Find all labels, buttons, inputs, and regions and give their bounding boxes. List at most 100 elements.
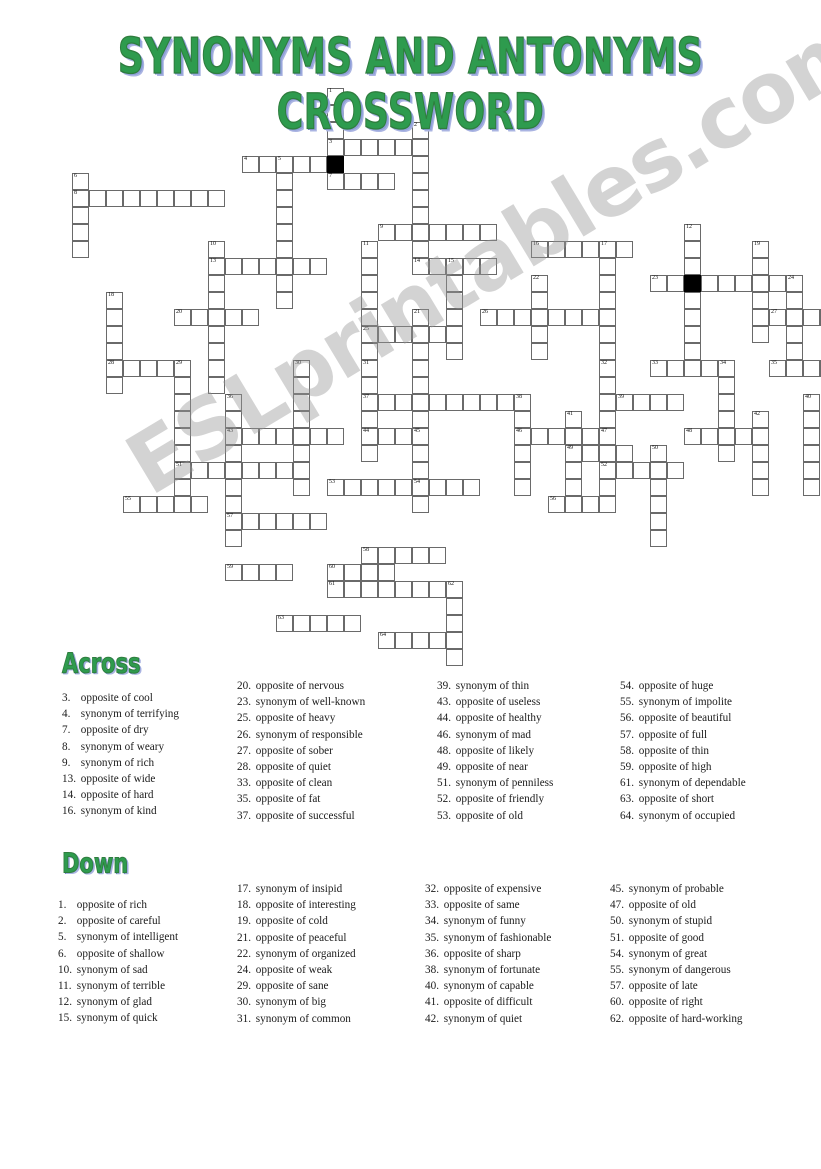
grid-cell[interactable] <box>803 445 820 462</box>
grid-cell[interactable] <box>259 513 276 530</box>
grid-cell[interactable] <box>361 479 378 496</box>
grid-cell[interactable] <box>803 360 820 377</box>
grid-cell[interactable] <box>106 309 123 326</box>
grid-cell[interactable] <box>191 190 208 207</box>
grid-cell[interactable]: 13 <box>208 258 225 275</box>
grid-cell[interactable] <box>463 479 480 496</box>
grid-cell[interactable] <box>565 428 582 445</box>
grid-cell[interactable] <box>225 411 242 428</box>
grid-cell[interactable] <box>412 139 429 156</box>
grid-cell[interactable] <box>786 326 803 343</box>
grid-cell[interactable] <box>225 445 242 462</box>
grid-cell[interactable] <box>582 309 599 326</box>
grid-cell[interactable]: 4 <box>242 156 259 173</box>
grid-cell[interactable] <box>480 224 497 241</box>
grid-cell[interactable] <box>276 513 293 530</box>
grid-cell[interactable]: 12 <box>684 224 701 241</box>
grid-cell[interactable] <box>667 394 684 411</box>
grid-cell[interactable] <box>174 411 191 428</box>
grid-cell[interactable] <box>633 394 650 411</box>
grid-cell[interactable] <box>599 445 616 462</box>
grid-cell[interactable]: 56 <box>548 496 565 513</box>
grid-cell[interactable] <box>293 156 310 173</box>
grid-cell[interactable]: 20 <box>174 309 191 326</box>
grid-cell[interactable] <box>293 513 310 530</box>
grid-cell[interactable] <box>531 428 548 445</box>
grid-cell[interactable] <box>89 190 106 207</box>
grid-cell[interactable] <box>106 377 123 394</box>
grid-cell[interactable]: 52 <box>599 462 616 479</box>
grid-cell[interactable] <box>565 479 582 496</box>
grid-cell[interactable] <box>446 632 463 649</box>
grid-cell[interactable] <box>684 326 701 343</box>
grid-cell[interactable]: 6 <box>72 173 89 190</box>
grid-cell[interactable] <box>412 190 429 207</box>
grid-cell[interactable]: 32 <box>599 360 616 377</box>
grid-cell[interactable] <box>361 343 378 360</box>
grid-cell[interactable] <box>684 360 701 377</box>
grid-cell[interactable] <box>599 479 616 496</box>
grid-cell[interactable] <box>106 343 123 360</box>
grid-cell[interactable]: 33 <box>650 360 667 377</box>
grid-cell[interactable] <box>582 496 599 513</box>
grid-cell[interactable] <box>106 190 123 207</box>
grid-cell[interactable] <box>293 428 310 445</box>
grid-cell[interactable] <box>344 173 361 190</box>
grid-cell[interactable] <box>446 224 463 241</box>
grid-cell[interactable] <box>191 462 208 479</box>
grid-cell[interactable] <box>276 207 293 224</box>
grid-cell[interactable] <box>259 428 276 445</box>
grid-cell[interactable] <box>412 207 429 224</box>
grid-cell[interactable] <box>157 190 174 207</box>
grid-cell[interactable]: 55 <box>123 496 140 513</box>
grid-cell[interactable] <box>225 309 242 326</box>
grid-cell[interactable] <box>599 292 616 309</box>
grid-cell[interactable] <box>582 241 599 258</box>
grid-cell[interactable] <box>446 479 463 496</box>
grid-cell[interactable]: 29 <box>174 360 191 377</box>
grid-cell[interactable] <box>395 479 412 496</box>
grid-cell[interactable] <box>752 445 769 462</box>
grid-cell[interactable] <box>446 343 463 360</box>
grid-cell[interactable]: 28 <box>106 360 123 377</box>
grid-cell[interactable] <box>684 292 701 309</box>
grid-cell[interactable] <box>276 241 293 258</box>
grid-cell[interactable] <box>531 309 548 326</box>
grid-cell[interactable] <box>259 462 276 479</box>
grid-cell[interactable] <box>684 258 701 275</box>
grid-cell[interactable] <box>667 275 684 292</box>
grid-cell[interactable] <box>293 615 310 632</box>
grid-cell[interactable] <box>514 462 531 479</box>
grid-cell[interactable]: 9 <box>378 224 395 241</box>
grid-cell[interactable] <box>395 632 412 649</box>
grid-cell[interactable] <box>344 615 361 632</box>
grid-cell[interactable]: 7 <box>327 173 344 190</box>
grid-cell[interactable] <box>786 292 803 309</box>
grid-cell[interactable] <box>378 564 395 581</box>
grid-cell[interactable] <box>752 309 769 326</box>
grid-cell[interactable] <box>429 394 446 411</box>
grid-cell[interactable] <box>293 462 310 479</box>
grid-cell[interactable] <box>259 156 276 173</box>
grid-cell[interactable] <box>361 292 378 309</box>
grid-cell[interactable] <box>650 530 667 547</box>
grid-cell[interactable] <box>412 445 429 462</box>
grid-cell[interactable] <box>242 428 259 445</box>
grid-cell[interactable] <box>208 190 225 207</box>
grid-cell[interactable] <box>259 564 276 581</box>
grid-cell[interactable] <box>378 479 395 496</box>
grid-cell[interactable] <box>429 581 446 598</box>
grid-cell[interactable] <box>242 513 259 530</box>
grid-cell[interactable] <box>310 513 327 530</box>
grid-cell[interactable] <box>361 275 378 292</box>
grid-cell[interactable] <box>361 581 378 598</box>
grid-cell[interactable] <box>293 258 310 275</box>
grid-cell[interactable] <box>344 564 361 581</box>
grid-cell[interactable] <box>480 258 497 275</box>
grid-cell[interactable] <box>599 343 616 360</box>
grid-cell[interactable] <box>412 173 429 190</box>
grid-cell[interactable]: 59 <box>225 564 242 581</box>
grid-cell[interactable] <box>480 394 497 411</box>
grid-cell[interactable]: 10 <box>208 241 225 258</box>
grid-cell[interactable] <box>701 360 718 377</box>
